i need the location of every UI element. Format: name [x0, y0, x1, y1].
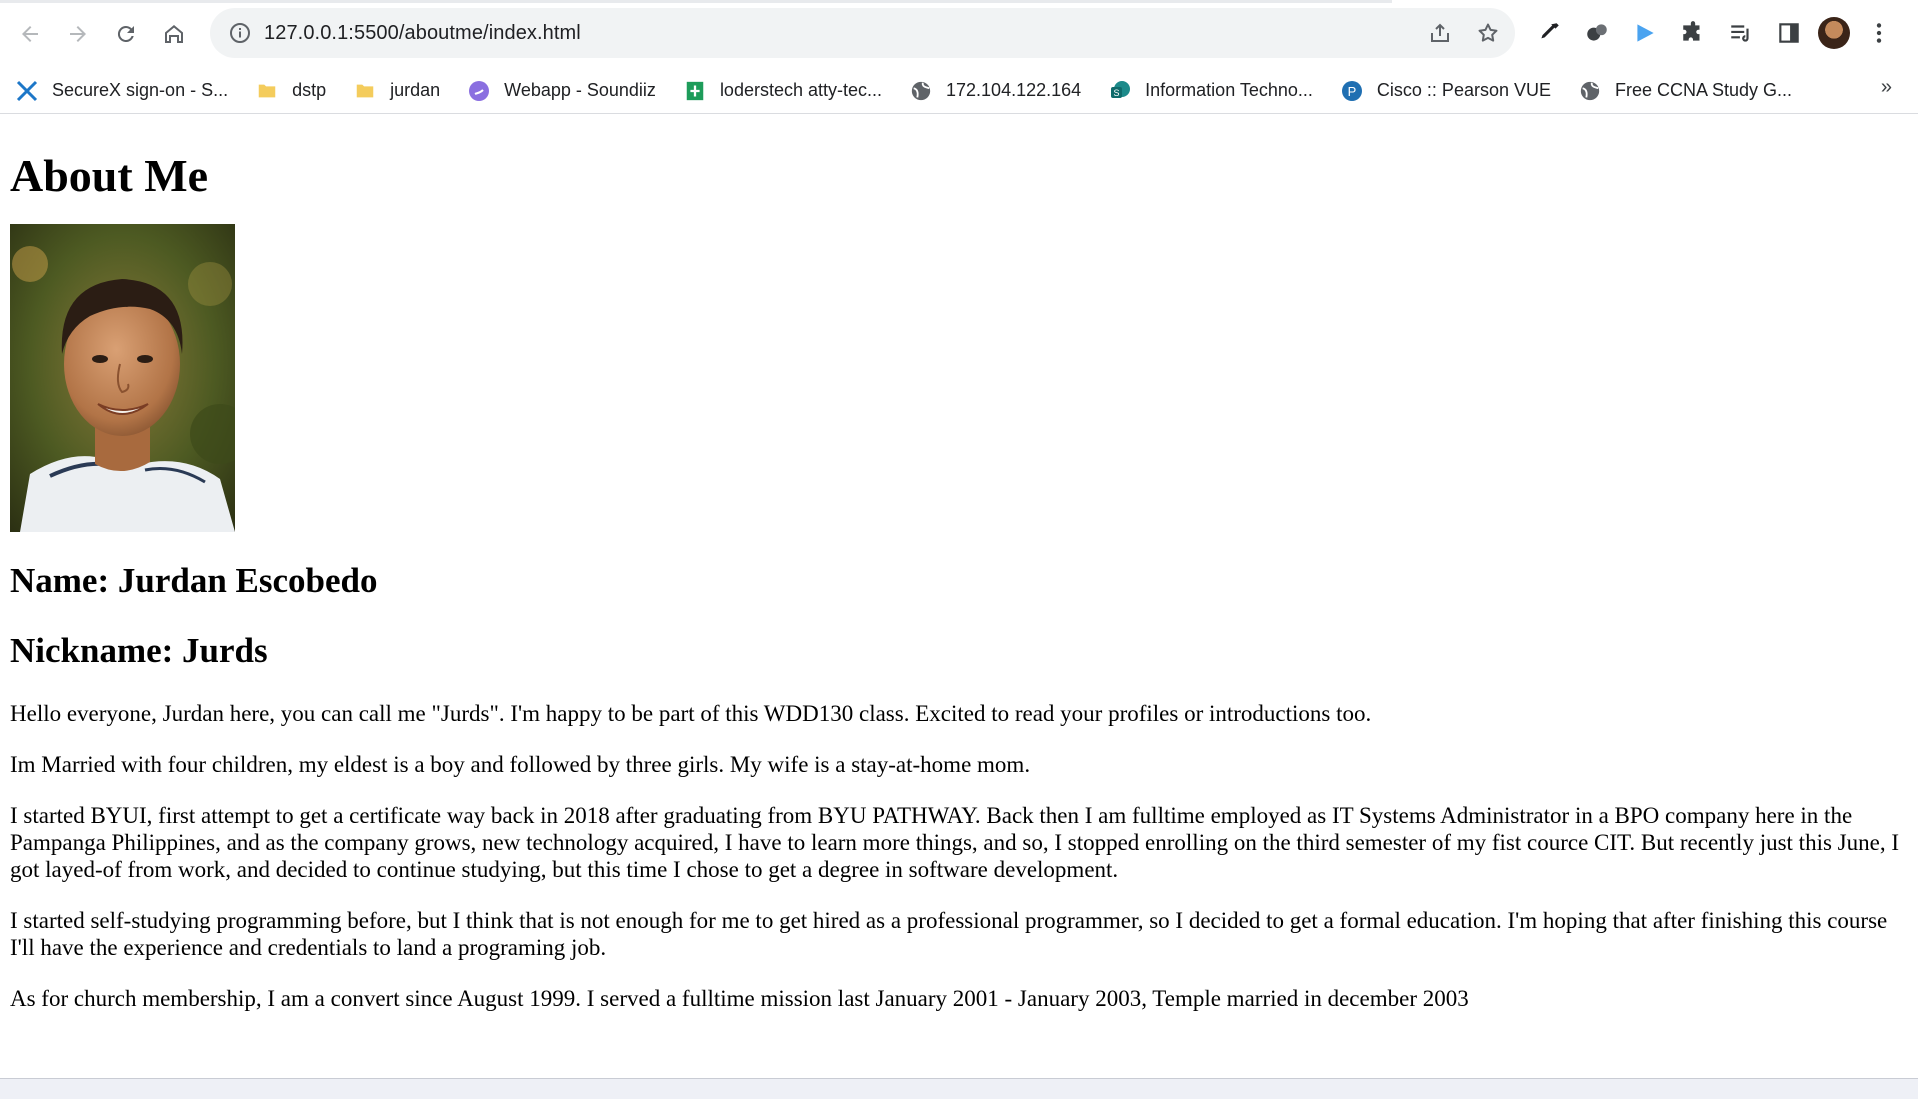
securex-icon	[14, 78, 40, 104]
kebab-menu-icon[interactable]	[1860, 14, 1898, 52]
bookmark-dstp[interactable]: dstp	[254, 73, 336, 109]
arrow-left-icon	[22, 26, 38, 42]
reading-list-icon[interactable]	[1722, 14, 1760, 52]
family-paragraph: Im Married with four children, my eldest…	[10, 751, 1031, 777]
bookmark-pearson[interactable]: P Cisco :: Pearson VUE	[1339, 73, 1561, 109]
bookmarks-bar: SecureX sign-on - S... dstp jurdan Webap…	[0, 68, 1918, 114]
folder-icon	[254, 78, 280, 104]
puzzle-icon[interactable]	[1674, 14, 1712, 52]
loading-bar	[0, 0, 1392, 3]
address-bar[interactable]: 127.0.0.1:5500/aboutme/index.html	[210, 8, 1515, 58]
side-panel-icon[interactable]	[1770, 14, 1808, 52]
programming-paragraph: I started self-studying programming befo…	[10, 907, 1888, 960]
bookmark-securex[interactable]: SecureX sign-on - S...	[14, 73, 238, 109]
bookmark-label: SecureX sign-on - S...	[52, 80, 229, 100]
sheets-icon	[682, 78, 708, 104]
bookmark-label: Information Techno...	[1145, 80, 1313, 100]
bookmark-jurdan[interactable]: jurdan	[352, 73, 450, 109]
extension-icon[interactable]	[1578, 14, 1616, 52]
svg-text:P: P	[1348, 84, 1357, 99]
share-icon[interactable]	[1423, 16, 1457, 50]
url-text[interactable]: 127.0.0.1:5500/aboutme/index.html	[264, 22, 581, 45]
taskbar	[0, 1078, 1918, 1099]
more-bookmarks-button[interactable]: »	[1881, 76, 1892, 99]
page-content: About Me Name: Jurdan Escobedo Nickname:…	[0, 115, 1918, 1012]
bookmark-label: Free CCNA Study G...	[1615, 80, 1793, 100]
arrow-right-icon	[70, 26, 86, 42]
folder-icon	[352, 78, 378, 104]
church-paragraph: As for church membership, I am a convert…	[10, 985, 1469, 1011]
bookmark-loderstech[interactable]: loderstech atty-tec...	[682, 73, 892, 109]
eyedropper-icon[interactable]	[1530, 14, 1568, 52]
reload-icon	[117, 25, 134, 42]
bookmark-label: loderstech atty-tec...	[719, 80, 883, 100]
bookmark-ccna[interactable]: Free CCNA Study G...	[1577, 73, 1802, 109]
browser-toolbar: 127.0.0.1:5500/aboutme/index.html	[0, 0, 1918, 68]
reload-button[interactable]	[106, 14, 146, 54]
soundiiz-extension-icon[interactable]	[1626, 14, 1664, 52]
pearson-icon: P	[1339, 78, 1365, 104]
profile-photo	[10, 223, 235, 532]
bookmark-label: 172.104.122.164	[946, 80, 1082, 100]
sharepoint-icon: S	[1107, 78, 1133, 104]
bookmark-label: Webapp - Soundiiz	[504, 80, 656, 100]
info-icon[interactable]	[228, 21, 252, 45]
bookmark-label: dstp	[292, 80, 327, 100]
star-icon[interactable]	[1471, 16, 1505, 50]
profile-avatar[interactable]	[1818, 17, 1850, 49]
education-paragraph: I started BYUI, first attempt to get a c…	[10, 802, 1899, 882]
forward-button[interactable]	[58, 14, 98, 54]
intro-paragraph: Hello everyone, Jurdan here, you can cal…	[10, 700, 1372, 726]
home-icon	[165, 25, 183, 43]
bookmark-information-techno[interactable]: S Information Techno...	[1107, 73, 1323, 109]
nickname-heading: Nickname: Jurds	[10, 630, 268, 670]
page-title: About Me	[10, 150, 209, 201]
svg-text:S: S	[1114, 88, 1120, 98]
bookmark-label: Cisco :: Pearson VUE	[1376, 80, 1551, 100]
bookmark-label: jurdan	[390, 80, 441, 100]
bookmark-ip[interactable]: 172.104.122.164	[908, 73, 1091, 109]
globe-icon	[1577, 78, 1603, 104]
name-heading: Name: Jurdan Escobedo	[10, 560, 378, 600]
globe-icon	[908, 78, 934, 104]
home-button[interactable]	[154, 14, 194, 54]
back-button[interactable]	[10, 14, 50, 54]
soundiiz-icon	[466, 78, 492, 104]
bookmark-soundiiz[interactable]: Webapp - Soundiiz	[466, 73, 666, 109]
extensions-area	[1530, 10, 1898, 56]
